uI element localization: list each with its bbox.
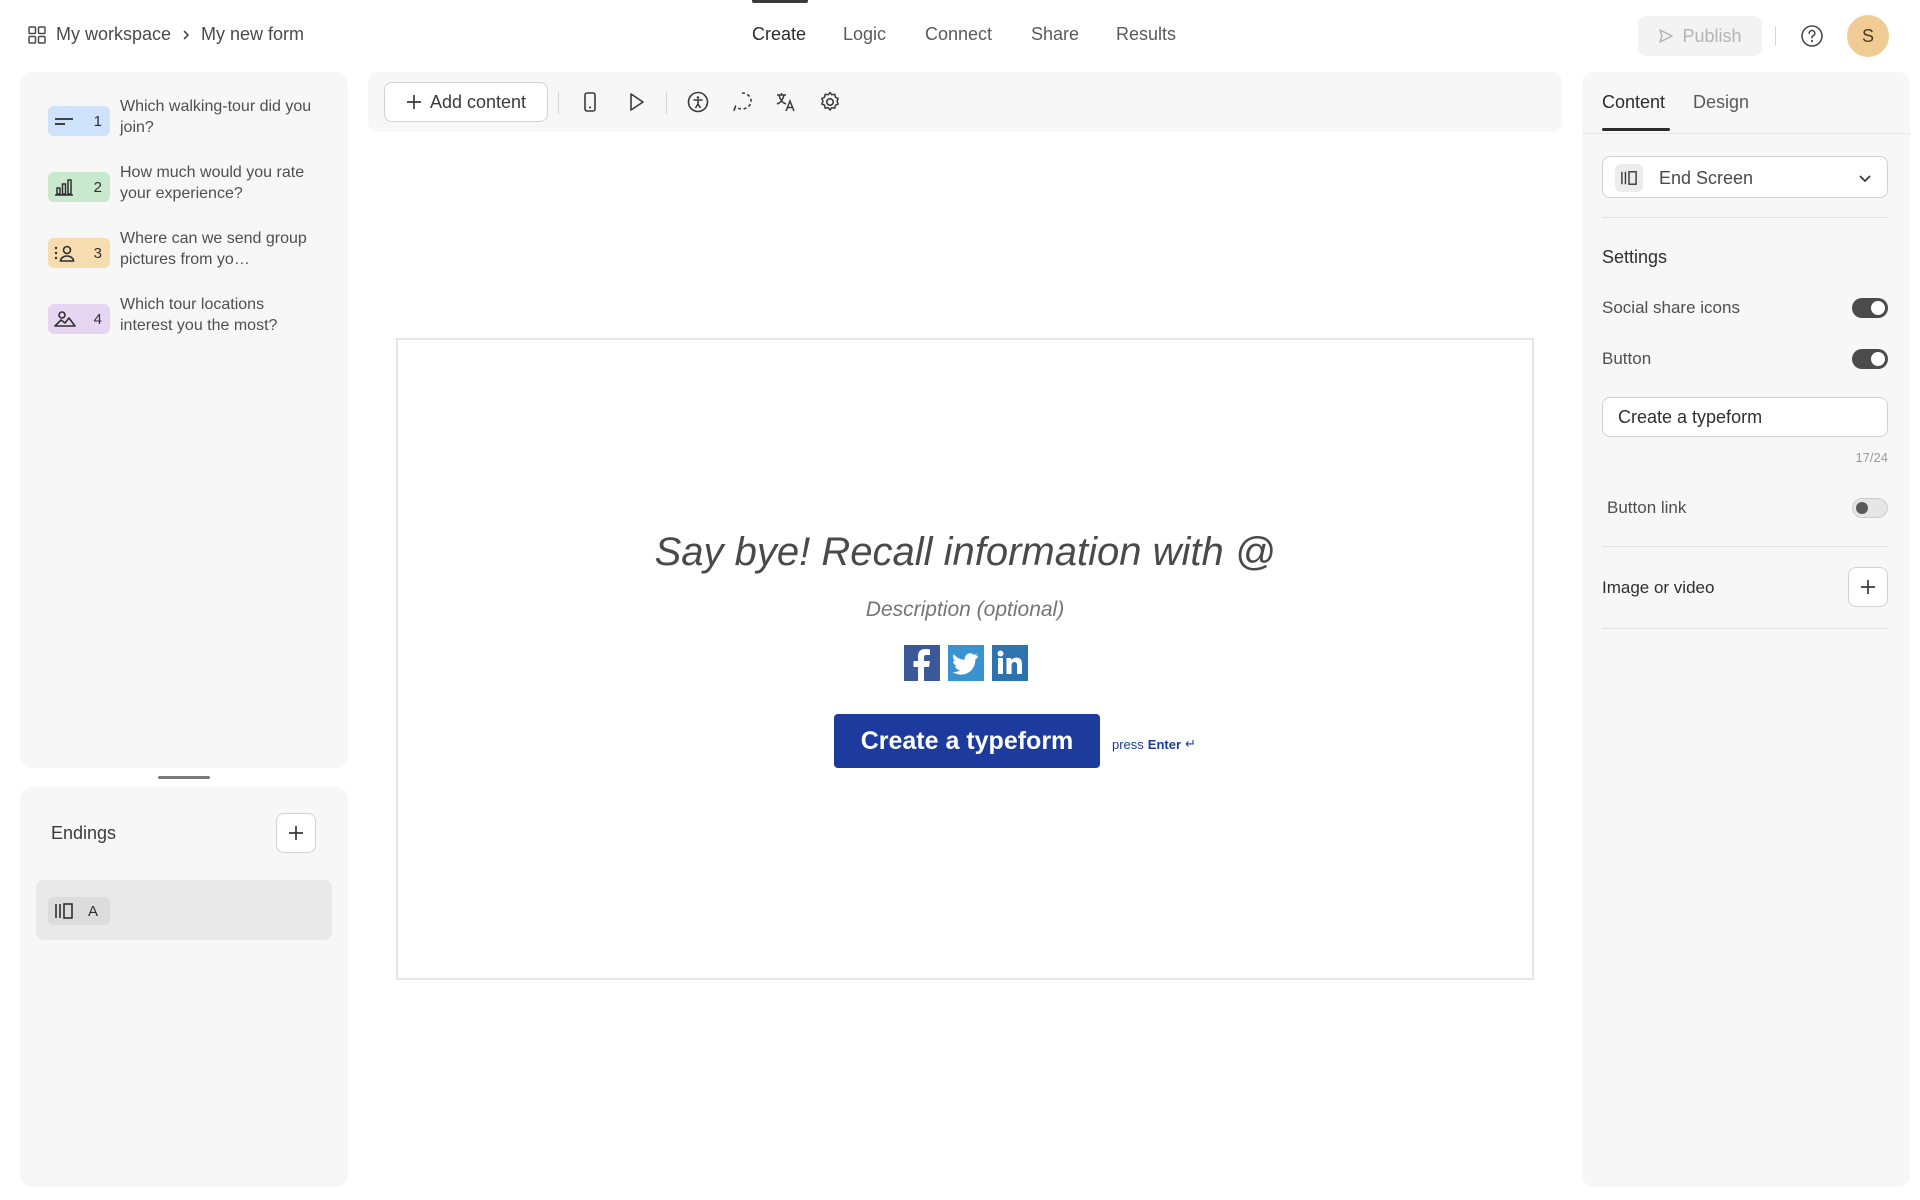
question-number: 2 — [93, 178, 102, 196]
publish-label: Publish — [1682, 25, 1742, 46]
divider — [1602, 628, 1888, 629]
main-nav: Create Logic Connect Share Results — [0, 0, 1920, 72]
linkedin-icon[interactable] — [992, 645, 1028, 681]
header-divider — [1775, 26, 1776, 46]
avatar[interactable]: S — [1847, 15, 1889, 57]
question-item-4[interactable]: 4 Which tour locations interest you the … — [48, 294, 338, 350]
button-link-toggle[interactable] — [1852, 498, 1888, 518]
tab-logic[interactable]: Logic — [843, 24, 886, 45]
question-number: 3 — [93, 244, 102, 262]
divider — [1602, 217, 1888, 218]
tab-create[interactable]: Create — [752, 24, 806, 45]
plus-icon — [406, 95, 421, 109]
toolbar-divider — [666, 92, 667, 114]
editor-toolbar: Add content — [368, 72, 1562, 132]
tab-content[interactable]: Content — [1602, 92, 1665, 113]
publish-button[interactable]: Publish — [1638, 16, 1762, 56]
question-title: Which tour locations interest you the mo… — [120, 296, 278, 334]
tab-active-indicator — [1602, 128, 1670, 131]
contact-info-icon — [54, 245, 75, 262]
ending-item-a[interactable]: A — [36, 880, 332, 940]
accessibility-icon[interactable] — [686, 90, 710, 114]
question-item-2[interactable]: 2 How much would you rate your experienc… — [48, 162, 338, 218]
settings-title: Settings — [1602, 247, 1668, 267]
plus-icon — [1861, 580, 1875, 594]
settings-panel: Content Design End Screen Settings Socia… — [1582, 72, 1910, 1187]
button-toggle-label: Button — [1602, 349, 1652, 368]
settings-gear-icon[interactable] — [818, 90, 842, 114]
create-typeform-button[interactable]: Create a typeform — [834, 714, 1100, 768]
add-content-button[interactable]: Add content — [384, 82, 548, 122]
ending-headline[interactable]: Say bye! Recall information with @ — [398, 530, 1532, 575]
press-hint-prefix: press — [1112, 736, 1144, 752]
endings-panel: Endings A — [20, 787, 348, 1187]
plus-icon — [289, 826, 303, 840]
tab-share[interactable]: Share — [1031, 24, 1079, 45]
question-badge: 2 — [48, 172, 110, 202]
character-counter: 17/24 — [1855, 450, 1888, 465]
image-video-label: Image or video — [1602, 578, 1715, 597]
enter-key-icon: ↵ — [1185, 736, 1196, 751]
question-list-panel: 1 Which walking-tour did you join? 2 How… — [20, 72, 348, 768]
ending-letter: A — [87, 902, 98, 920]
top-bar: My workspace My new form Create Logic Co… — [0, 0, 1920, 72]
language-icon[interactable] — [774, 90, 798, 114]
translate-bubble-icon[interactable] — [730, 90, 754, 114]
ending-badge: A — [48, 897, 110, 925]
panel-resize-handle[interactable] — [158, 776, 210, 779]
social-share-icons — [904, 645, 1028, 681]
send-icon — [1659, 29, 1674, 43]
question-item-3[interactable]: 3 Where can we send group pictures from … — [48, 228, 338, 284]
bar-chart-icon — [55, 179, 73, 196]
question-number: 4 — [93, 310, 102, 328]
question-badge: 1 — [48, 106, 110, 136]
facebook-icon[interactable] — [904, 645, 940, 681]
endings-title: Endings — [51, 823, 117, 843]
picture-choice-icon — [54, 311, 76, 327]
end-screen-icon — [55, 903, 73, 919]
question-badge: 4 — [48, 304, 110, 334]
chevron-down-icon — [1859, 175, 1871, 183]
question-title: Which walking-tour did you join? — [120, 98, 312, 136]
block-type-select[interactable]: End Screen — [1602, 156, 1888, 198]
short-text-icon — [55, 118, 73, 125]
press-enter-hint: press Enter ↵ — [1112, 736, 1196, 752]
play-icon[interactable] — [624, 90, 648, 114]
form-preview-canvas: Say bye! Recall information with @ Descr… — [396, 338, 1534, 980]
twitter-icon[interactable] — [948, 645, 984, 681]
nav-active-indicator — [752, 0, 808, 3]
question-title: Where can we send group pictures from yo… — [120, 230, 307, 268]
question-number: 1 — [93, 112, 102, 130]
social-share-label: Social share icons — [1602, 298, 1740, 317]
add-content-label: Add content — [429, 91, 527, 112]
ending-description[interactable]: Description (optional) — [398, 598, 1532, 622]
tab-connect[interactable]: Connect — [925, 24, 992, 45]
button-toggle[interactable] — [1852, 349, 1888, 369]
add-ending-button[interactable] — [276, 813, 316, 853]
press-hint-key: Enter — [1147, 736, 1182, 752]
toolbar-divider — [558, 92, 559, 114]
end-screen-icon — [1615, 164, 1643, 192]
block-type-label: End Screen — [1659, 168, 1754, 188]
social-share-toggle[interactable] — [1852, 298, 1888, 318]
tab-results[interactable]: Results — [1116, 24, 1176, 45]
divider — [1602, 546, 1888, 547]
mobile-preview-icon[interactable] — [578, 90, 602, 114]
help-icon[interactable] — [1800, 24, 1824, 48]
question-title: How much would you rate your experience? — [120, 164, 305, 202]
button-text-input[interactable] — [1602, 397, 1888, 437]
add-image-video-button[interactable] — [1848, 567, 1888, 607]
button-link-label: Button link — [1607, 498, 1687, 517]
tab-design[interactable]: Design — [1693, 92, 1749, 113]
question-item-1[interactable]: 1 Which walking-tour did you join? — [48, 96, 338, 152]
tab-divider — [1582, 133, 1910, 134]
question-badge: 3 — [48, 238, 110, 268]
